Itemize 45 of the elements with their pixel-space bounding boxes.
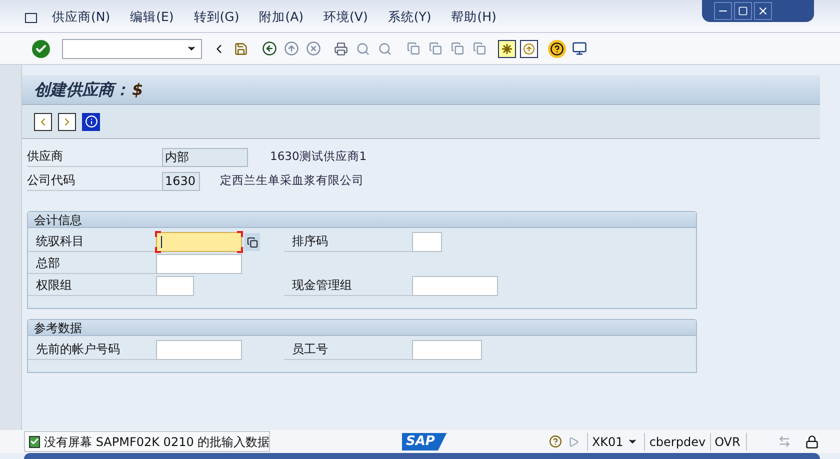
layout-menu-icon[interactable] bbox=[570, 40, 588, 58]
menu-item[interactable]: 环境(V) bbox=[324, 8, 368, 27]
menu-item[interactable]: 附加(A) bbox=[259, 8, 304, 27]
input-field[interactable] bbox=[156, 254, 242, 274]
cancel-icon[interactable] bbox=[304, 40, 322, 58]
help-icon[interactable] bbox=[548, 40, 566, 58]
insert-mode[interactable]: OVR bbox=[710, 432, 748, 450]
next-record-icon[interactable] bbox=[58, 112, 76, 130]
input-field[interactable] bbox=[412, 232, 442, 252]
print-icon[interactable] bbox=[332, 40, 350, 58]
display-field: 1630 bbox=[162, 172, 200, 190]
field-label: 统驭科目 bbox=[28, 232, 156, 252]
status-text: 没有屏幕 SAPMF02K 0210 的批输入数据 bbox=[44, 434, 270, 450]
transaction-code[interactable]: XK01 bbox=[586, 432, 638, 450]
new-session-icon[interactable] bbox=[498, 40, 516, 58]
field-description: 定西兰生单采血浆有限公司 bbox=[220, 172, 364, 190]
input-field[interactable] bbox=[156, 340, 242, 360]
input-field[interactable] bbox=[412, 340, 482, 360]
input-field[interactable] bbox=[156, 276, 194, 296]
input-field[interactable] bbox=[412, 276, 498, 296]
system-name: cberpdev bbox=[644, 432, 706, 450]
title-symbol: $ bbox=[132, 78, 144, 100]
screen-title: 创建供应商： bbox=[34, 78, 130, 100]
search-help-icon[interactable] bbox=[244, 233, 260, 251]
field-description: 1630测试供应商1 bbox=[270, 148, 367, 166]
back-icon[interactable] bbox=[260, 40, 278, 58]
display-field: 内部 bbox=[162, 148, 248, 166]
info-icon[interactable] bbox=[82, 112, 100, 130]
close-icon[interactable] bbox=[754, 2, 772, 20]
group-title: 会计信息 bbox=[28, 212, 696, 228]
group-title: 参考数据 bbox=[28, 320, 696, 336]
menu-item[interactable]: 帮助(H) bbox=[451, 8, 496, 27]
input-field[interactable] bbox=[156, 232, 242, 252]
menu-item[interactable]: 系统(Y) bbox=[388, 8, 432, 27]
menu-item[interactable]: 供应商(N) bbox=[52, 8, 110, 27]
menu-item[interactable]: 转到(G) bbox=[194, 8, 240, 27]
sap-logo: SAP bbox=[402, 432, 447, 450]
success-icon bbox=[29, 436, 40, 448]
enter-icon[interactable] bbox=[32, 40, 50, 58]
command-field[interactable] bbox=[62, 38, 202, 58]
previous-record-icon[interactable] bbox=[34, 112, 52, 130]
maximize-icon[interactable] bbox=[734, 2, 752, 20]
minimize-icon[interactable] bbox=[714, 2, 732, 20]
menu-item[interactable]: 编辑(E) bbox=[130, 8, 174, 27]
status-message[interactable]: 没有屏幕 SAPMF02K 0210 的批输入数据 bbox=[24, 431, 270, 452]
